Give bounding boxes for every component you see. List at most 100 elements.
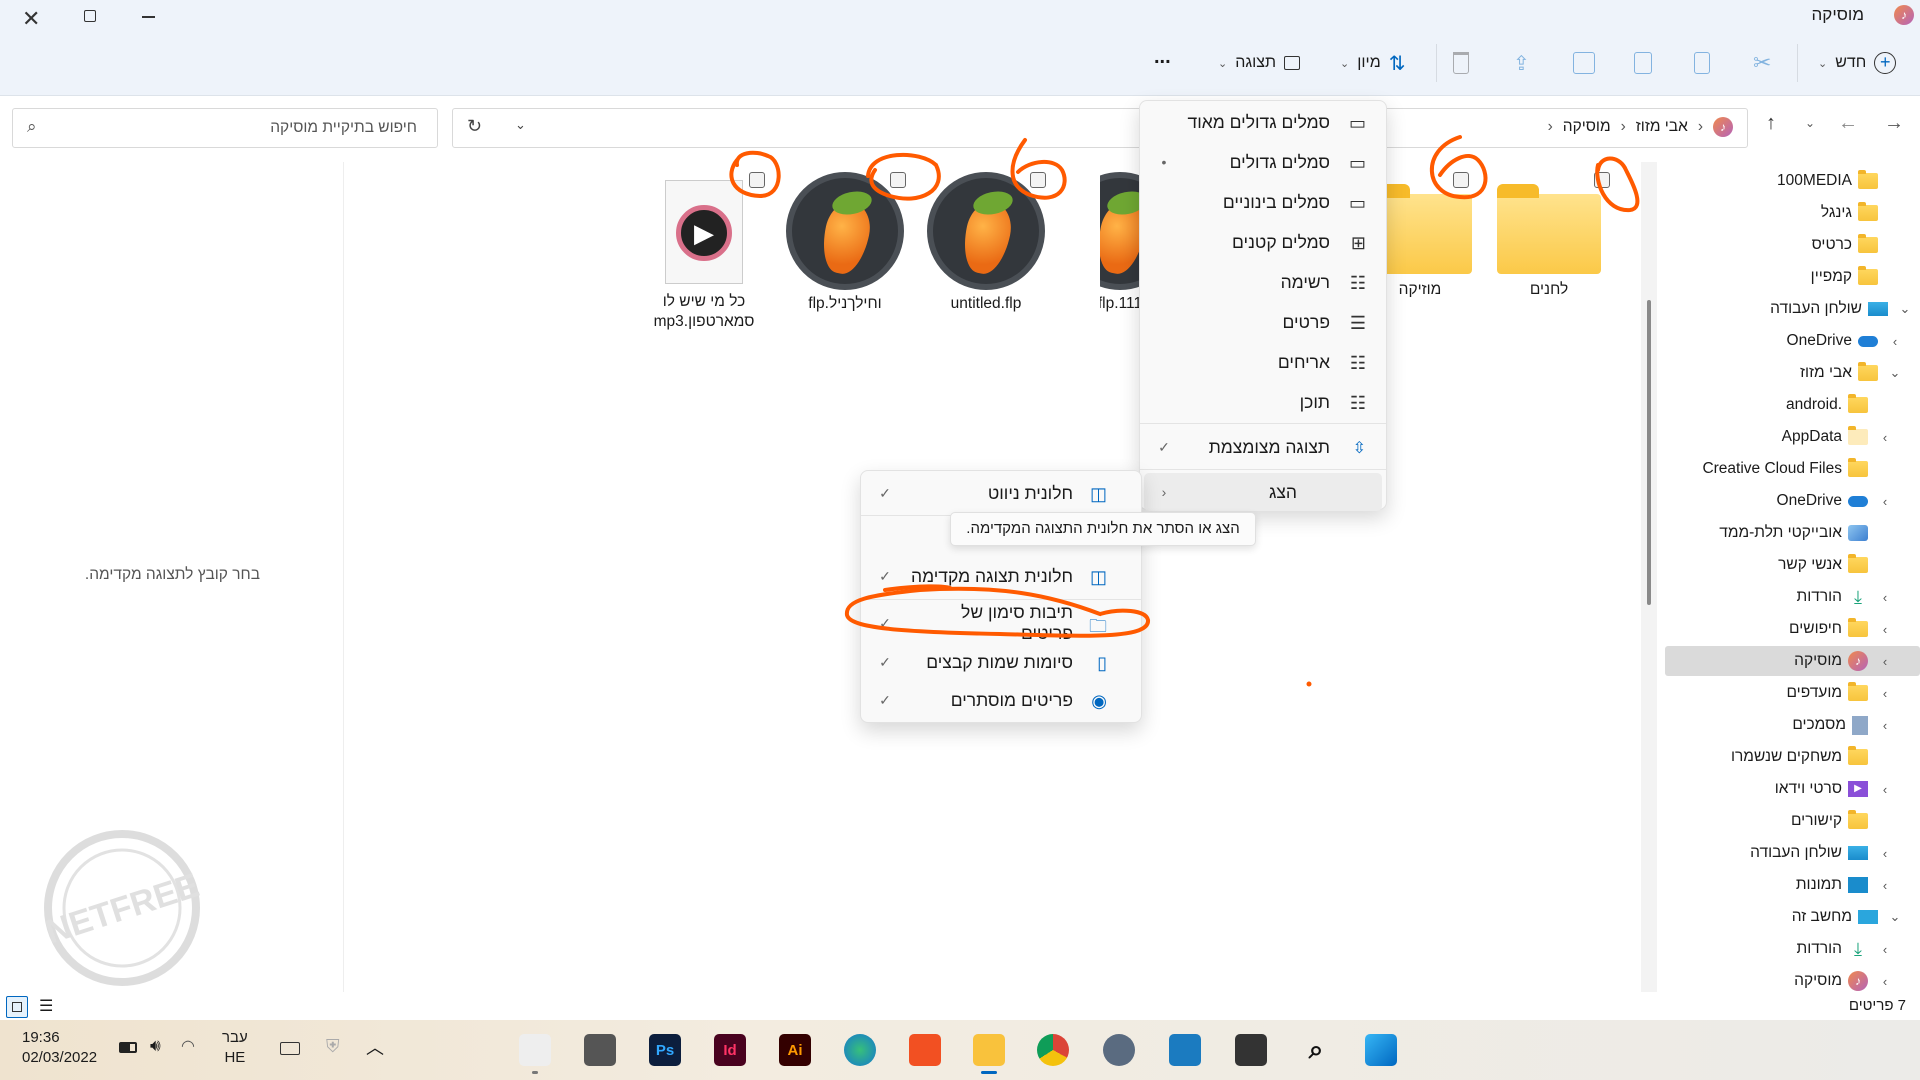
file-item[interactable]: ▶ כל מי שיש לו סמארטפון.mp3: [629, 172, 779, 332]
menu-item-view-2[interactable]: ▭ סמלים בינוניים: [1144, 183, 1382, 221]
item-checkbox[interactable]: [1453, 172, 1469, 188]
chevron-left-icon[interactable]: ‹: [1874, 430, 1896, 445]
sidebar-item[interactable]: ‹ מועדפים: [1665, 678, 1920, 708]
sidebar-item[interactable]: 100MEDIA: [1665, 166, 1920, 196]
address-bar[interactable]: ↻ ⌄ ♪ ‹ אבי מזוז ‹ מוסיקה ‹: [452, 108, 1748, 148]
item-checkbox[interactable]: [1594, 172, 1610, 188]
submenu-item-0[interactable]: ◫ חלונית ניווט ✓: [865, 474, 1137, 512]
touch-keyboard-icon[interactable]: [280, 1042, 300, 1055]
menu-item-view-6[interactable]: ☷ אריחים: [1144, 343, 1382, 381]
sidebar-item[interactable]: ‹ ♪ מוסיקה: [1665, 646, 1920, 676]
delete-button[interactable]: [1453, 48, 1469, 78]
sidebar-item[interactable]: ‹ ♪ מוסיקה: [1665, 966, 1920, 994]
chevron-left-icon[interactable]: ‹: [1874, 654, 1896, 669]
breadcrumb-item[interactable]: אבי מזוז: [1636, 118, 1688, 136]
sidebar-item[interactable]: ‹ ⤓ הורדות: [1665, 934, 1920, 964]
sidebar-item[interactable]: קמפיין: [1665, 262, 1920, 292]
search-icon[interactable]: ⌕: [1300, 1034, 1332, 1066]
history-dropdown-icon[interactable]: ⌄: [515, 117, 526, 133]
menu-item-view-4[interactable]: ☷ רשימה: [1144, 263, 1382, 301]
sidebar-item[interactable]: android.: [1665, 390, 1920, 420]
settings-icon[interactable]: [1103, 1034, 1135, 1066]
indesign-icon[interactable]: Id: [714, 1034, 746, 1066]
sidebar-item[interactable]: ‹ חיפושים: [1665, 614, 1920, 644]
wifi-icon[interactable]: ◠: [181, 1036, 195, 1056]
chevron-left-icon[interactable]: ‹: [1874, 622, 1896, 637]
chevron-left-icon[interactable]: ‹: [1874, 686, 1896, 701]
details-view-toggle[interactable]: ☰: [39, 996, 53, 1016]
start-icon[interactable]: [1365, 1034, 1397, 1066]
menu-item-view-5[interactable]: ☰ פרטים: [1144, 303, 1382, 341]
menu-item-view-3[interactable]: ⊞ סמלים קטנים: [1144, 223, 1382, 261]
share-button[interactable]: ⇪: [1513, 48, 1530, 78]
copy-button[interactable]: [1694, 48, 1710, 78]
sidebar-item[interactable]: ‹ ▶ סרטי וידאו: [1665, 774, 1920, 804]
chevron-left-icon[interactable]: ‹: [1874, 494, 1896, 509]
menu-item-show[interactable]: הצג ‹: [1144, 473, 1382, 511]
chevron-left-icon[interactable]: ‹: [1874, 974, 1896, 989]
item-checkbox[interactable]: [890, 172, 906, 188]
submenu-item-1[interactable]: ◫ חלונית תצוגה מקדימה ✓: [865, 557, 1137, 595]
sidebar-item[interactable]: כרטיס: [1665, 230, 1920, 260]
sidebar-item[interactable]: ⌄ מחשב זה: [1665, 902, 1920, 932]
chevron-left-icon[interactable]: ‹: [1874, 782, 1896, 797]
item-checkbox[interactable]: [749, 172, 765, 188]
more-options-button[interactable]: ...: [1154, 42, 1171, 72]
chevron-down-icon[interactable]: ⌄: [1894, 301, 1916, 317]
file-item[interactable]: לחנים: [1474, 172, 1624, 300]
submenu-item-4[interactable]: ◉ פריטים מוסתרים ✓: [865, 681, 1137, 719]
minimize-button[interactable]: [142, 16, 155, 18]
scrollbar-thumb[interactable]: [1647, 300, 1651, 605]
clock[interactable]: 19:36 02/03/2022: [22, 1028, 97, 1068]
chevron-left-icon[interactable]: ‹: [1874, 590, 1896, 605]
sort-button[interactable]: ⌄ מיון ⇅: [1340, 48, 1405, 78]
sidebar-item[interactable]: ‹ מסמכים: [1665, 710, 1920, 740]
chrome-icon[interactable]: [1037, 1034, 1069, 1066]
sidebar-item[interactable]: קישורים: [1665, 806, 1920, 836]
shield-icon[interactable]: ⛨: [326, 1036, 340, 1057]
view-button[interactable]: ⌄ תצוגה: [1218, 48, 1301, 78]
dell-icon[interactable]: [1169, 1034, 1201, 1066]
file-explorer-icon[interactable]: [973, 1034, 1005, 1066]
chevron-down-icon[interactable]: ⌄: [1884, 365, 1906, 381]
sidebar-item[interactable]: ‹ ⤓ הורדות: [1665, 582, 1920, 612]
sidebar-item[interactable]: Creative Cloud Files: [1665, 454, 1920, 484]
breadcrumb-item[interactable]: מוסיקה: [1563, 118, 1611, 136]
volume-icon[interactable]: 🔊︎: [150, 1036, 161, 1056]
sidebar-item[interactable]: ‹ AppData: [1665, 422, 1920, 452]
close-button[interactable]: ✕: [22, 6, 40, 32]
sidebar-item[interactable]: ‹ שולחן העבודה: [1665, 838, 1920, 868]
sidebar-item[interactable]: ⌄ שולחן העבודה: [1665, 294, 1920, 324]
restore-button[interactable]: [84, 10, 96, 22]
photoshop-icon[interactable]: Ps: [649, 1034, 681, 1066]
cut-button[interactable]: ✂: [1753, 48, 1771, 78]
back-arrow-icon[interactable]: ←: [1838, 112, 1858, 135]
sidebar-item[interactable]: גינגל: [1665, 198, 1920, 228]
new-button[interactable]: ⌄ חדש +: [1818, 48, 1897, 78]
show-hidden-icons-chevron[interactable]: ︿: [366, 1034, 384, 1060]
refresh-icon[interactable]: ↻: [467, 116, 482, 137]
camera-icon[interactable]: [584, 1034, 616, 1066]
recent-locations-icon[interactable]: ⌄: [1805, 116, 1815, 130]
chevron-down-icon[interactable]: ⌄: [1884, 909, 1906, 925]
sidebar-item[interactable]: ‹ OneDrive: [1665, 326, 1920, 356]
submenu-item-2[interactable]: 🗀 תיבות סימון של פריטים ✓: [865, 602, 1137, 643]
forward-arrow-icon[interactable]: →: [1884, 112, 1904, 135]
sidebar-item[interactable]: ⌄ אבי מזוז: [1665, 358, 1920, 388]
battery-icon[interactable]: [119, 1042, 137, 1053]
sidebar-item[interactable]: אובייקטי תלת-ממד: [1665, 518, 1920, 548]
chevron-left-icon[interactable]: ‹: [1874, 878, 1896, 893]
up-arrow-icon[interactable]: ↑: [1766, 112, 1776, 135]
menu-item-view-0[interactable]: ▭ סמלים גדולים מאוד: [1144, 103, 1382, 141]
language-indicator[interactable]: עבר HE: [222, 1028, 248, 1068]
menu-item-compact-view[interactable]: ⇳ תצוגה מצומצמת ✓: [1144, 428, 1382, 466]
sidebar-item[interactable]: משחקים שנשמרו: [1665, 742, 1920, 772]
sidebar-item[interactable]: ‹ תמונות: [1665, 870, 1920, 900]
chevron-left-icon[interactable]: ‹: [1874, 942, 1896, 957]
file-item[interactable]: וחילךניל.flp: [770, 172, 920, 314]
terminal-icon[interactable]: [1235, 1034, 1267, 1066]
paste-button[interactable]: [1634, 48, 1652, 78]
store-icon[interactable]: [909, 1034, 941, 1066]
snipping-tool-icon[interactable]: [519, 1034, 551, 1066]
submenu-item-3[interactable]: ▯ סיומות שמות קבצים ✓: [865, 643, 1137, 681]
